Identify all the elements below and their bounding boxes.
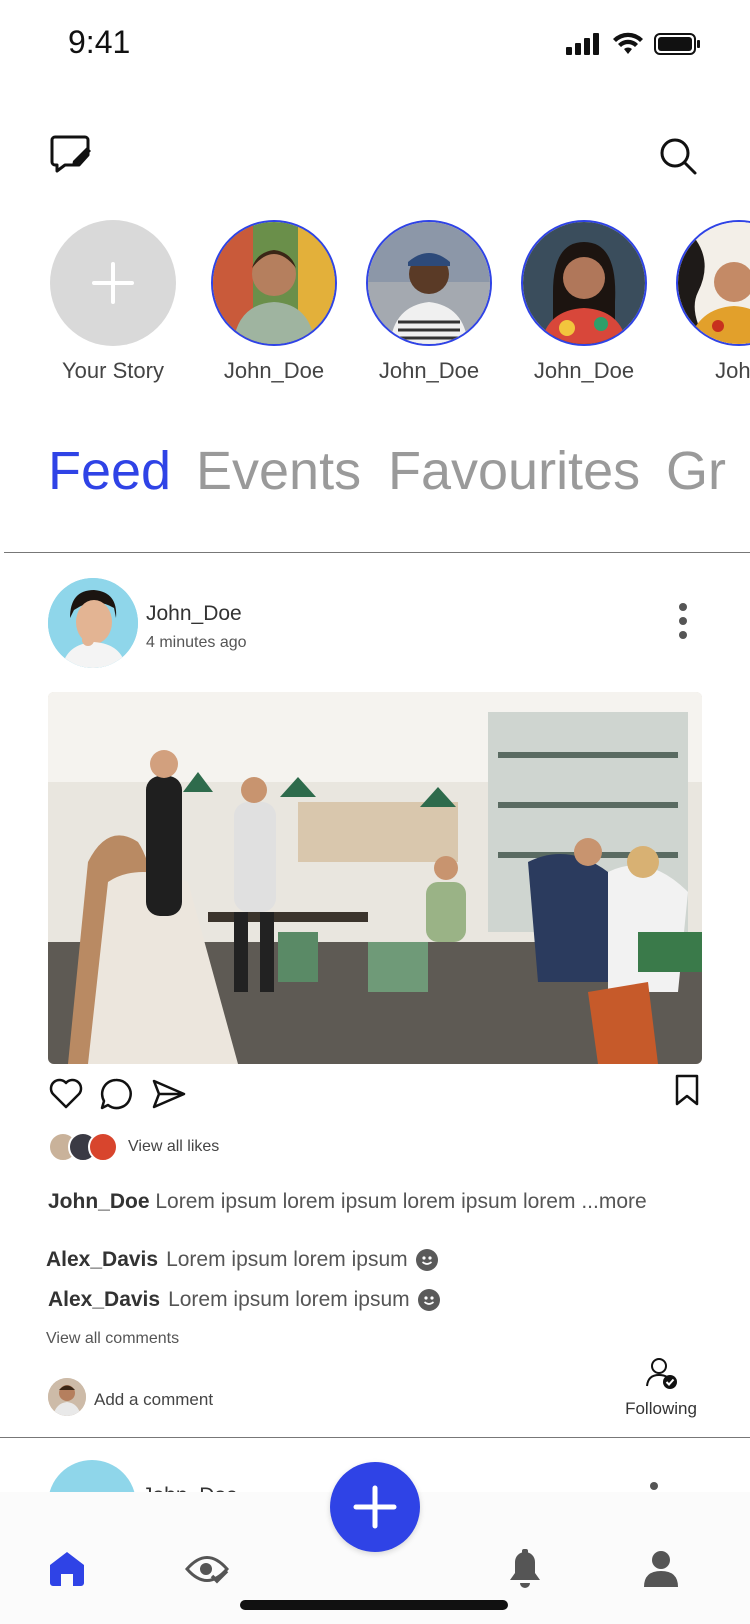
likes-avatars [48,1132,120,1162]
post-username[interactable]: John_Doe [146,602,242,626]
story-avatar [521,220,647,346]
signal-icon [566,33,599,55]
post-timestamp: 4 minutes ago [146,634,247,651]
caption-username[interactable]: John_Doe [48,1190,150,1213]
comment-icon[interactable] [98,1076,134,1112]
story-avatar [366,220,492,346]
caption-text: Lorem ipsum lorem ipsum lorem ipsum lore… [155,1190,576,1213]
stories-row: Your Story John_Doe John_Doe John_Doe Jo… [50,220,750,390]
story-label: John_Doe [533,358,635,383]
plus-icon [92,262,134,304]
home-indicator [240,1600,508,1610]
tab-events[interactable]: Events [196,440,361,502]
avatar [48,1378,86,1416]
smiley-icon [417,1289,440,1311]
wifi-icon [613,32,643,54]
feed-tabs: Feed Events Favourites Gr [48,440,750,520]
more-options-icon[interactable] [650,1482,658,1490]
send-icon[interactable] [150,1076,188,1112]
story-item[interactable]: John_Doe [514,220,654,384]
add-icon [353,1485,397,1529]
story-avatar [211,220,337,346]
story-label: John [715,358,750,383]
comment-item: Alex_Davis Lorem ipsum lorem ipsum [48,1288,440,1312]
story-your-story[interactable]: Your Story [50,220,183,384]
comment-username[interactable]: Alex_Davis [46,1248,158,1272]
post-caption: John_Doe Lorem ipsum lorem ipsum lorem i… [48,1190,702,1214]
smiley-icon [415,1249,438,1271]
home-icon[interactable] [42,1544,92,1594]
profile-icon[interactable] [636,1544,686,1594]
story-label: Your Story [62,358,164,383]
bell-icon[interactable] [500,1544,550,1594]
add-story-button[interactable] [50,220,176,346]
story-label: John_Doe [378,358,480,383]
story-item[interactable]: John [669,220,750,384]
top-bar [0,130,750,190]
view-all-comments-link[interactable]: View all comments [46,1330,179,1348]
story-item[interactable]: John_Doe [204,220,344,384]
tabs-divider [4,552,750,553]
post-header: John_Doe 4 minutes ago [48,578,698,670]
battery-icon [654,33,700,55]
status-icons [566,32,702,56]
add-post-button[interactable] [330,1462,420,1552]
comment-text: Lorem ipsum lorem ipsum [166,1248,408,1271]
search-icon[interactable] [656,134,700,178]
status-bar: 9:41 [0,0,750,90]
post-divider [0,1437,750,1438]
add-comment-input[interactable]: Add a comment [94,1390,213,1410]
following-button[interactable]: Following [620,1356,702,1419]
caption-more-link[interactable]: ...more [581,1190,646,1213]
tab-groups[interactable]: Gr [666,440,726,502]
tab-feed[interactable]: Feed [48,440,171,502]
user-check-icon [646,1358,677,1389]
story-label: John_Doe [223,358,325,383]
avatar[interactable] [48,578,138,668]
avatar [88,1132,118,1162]
more-options-icon[interactable] [668,596,698,646]
comment-username[interactable]: Alex_Davis [48,1288,160,1312]
post-image[interactable] [48,692,702,1064]
comment-item: Alex_Davis Lorem ipsum lorem ipsum [46,1248,438,1272]
comment-text: Lorem ipsum lorem ipsum [168,1288,410,1311]
view-all-likes-link[interactable]: View all likes [128,1138,219,1156]
story-item[interactable]: John_Doe [359,220,499,384]
status-time: 9:41 [68,24,131,60]
heart-icon[interactable] [48,1076,84,1112]
bookmark-icon[interactable] [672,1072,702,1108]
following-label: Following [625,1399,697,1418]
eye-check-icon[interactable] [182,1544,232,1594]
chat-edit-icon[interactable] [48,130,94,176]
tab-favourites[interactable]: Favourites [388,440,640,502]
post-actions [48,1074,702,1120]
story-avatar [676,220,750,346]
